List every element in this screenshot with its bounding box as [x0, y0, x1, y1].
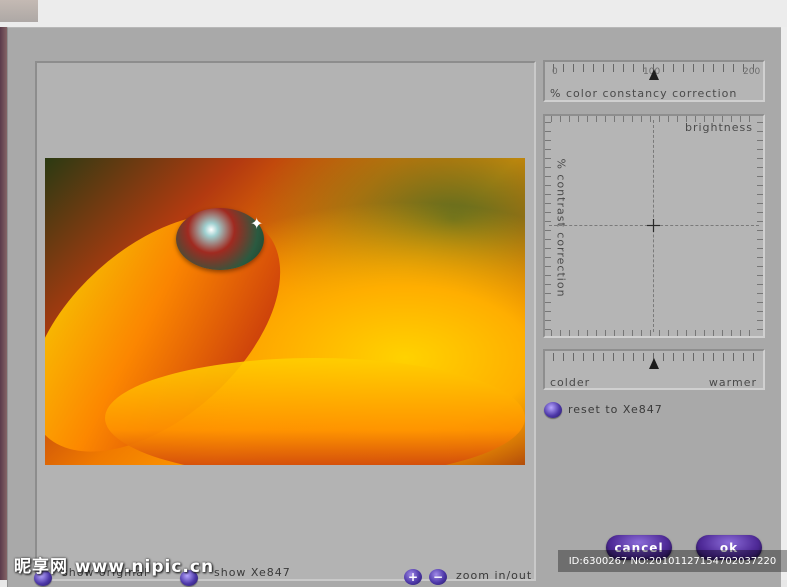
watermark-overlay: 昵享网 www.nipic.cn ID:6300267 NO:201011271… — [0, 548, 787, 580]
grid-ticks-bottom — [551, 330, 757, 336]
corner-decoration — [0, 0, 38, 22]
sparkle-icon: ✦ — [250, 214, 264, 233]
preview-image: ✦ — [45, 158, 525, 465]
watermark-logo: 昵享网 www.nipic.cn — [14, 557, 215, 577]
crosshair-icon[interactable] — [647, 219, 660, 232]
color-constancy-label: % color constancy correction — [550, 87, 738, 100]
reset-button[interactable] — [544, 402, 562, 418]
grid-ticks-left — [545, 122, 551, 330]
slider-min-label: 0 — [552, 67, 558, 77]
reset-label[interactable]: reset to Xe847 — [568, 403, 663, 416]
watermark-id: ID:6300267 NO:20101127154702037220 — [558, 550, 787, 572]
temperature-slider[interactable]: colder warmer — [543, 349, 765, 390]
slider-thumb[interactable] — [649, 358, 659, 369]
warmer-label: warmer — [708, 376, 757, 389]
contrast-label: % contrast correction — [554, 158, 568, 298]
window-titlebar-area — [0, 0, 787, 27]
brightness-label: brightness — [684, 121, 753, 134]
colder-label: colder — [550, 376, 591, 389]
slider-max-label: 200 — [743, 67, 761, 77]
grid-ticks-right — [757, 122, 763, 330]
slider-thumb[interactable] — [649, 69, 659, 80]
brightness-contrast-pad[interactable]: brightness % contrast correction — [543, 114, 765, 338]
color-constancy-slider[interactable]: 0 100 200 % color constancy correction — [543, 60, 765, 102]
petal-shape — [105, 358, 525, 465]
